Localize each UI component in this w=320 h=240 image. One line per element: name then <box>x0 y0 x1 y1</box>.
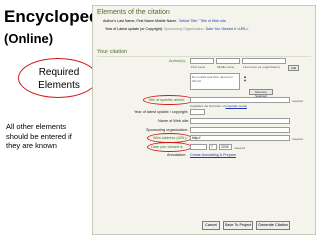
citation-form-window: Elements of the citation Author's Last N… <box>92 5 316 235</box>
year-input[interactable] <box>190 109 205 115</box>
section-divider <box>97 56 311 57</box>
url-input[interactable]: http:// <box>190 135 290 141</box>
optional-elements-note: All other elements should be entered if … <box>6 122 72 150</box>
important-words-link[interactable]: important words <box>226 104 247 108</box>
sponsor-input[interactable] <box>190 127 290 133</box>
date-viewed-label: Date you viewed it: <box>151 145 184 149</box>
format-article: "Article Title." <box>178 19 200 23</box>
article-title-input[interactable] <box>190 97 290 103</box>
website-name-input[interactable] <box>190 118 290 124</box>
elements-header: Elements of the citation <box>97 9 170 16</box>
cancel-button[interactable]: Cancel <box>202 221 220 230</box>
format-line-2: Year of Latest update (or Copyright). Sp… <box>105 27 249 31</box>
annotation-label: Annotation: <box>167 153 187 157</box>
col-first-label: First name <box>191 65 206 69</box>
save-to-project-button[interactable]: Save To Project <box>223 221 253 230</box>
author-first-name-input[interactable] <box>190 58 214 64</box>
format-year: Year of Latest update (or Copyright). <box>105 27 163 31</box>
year-label: Year of latest update / copyright: <box>134 110 189 114</box>
website-name-label: Name of Web site: <box>158 119 190 123</box>
format-date-url: Date You Viewed It <URL>. <box>205 27 250 31</box>
add-author-button[interactable]: Add <box>288 65 299 71</box>
format-author: Author's Last Name, First Name Middle Na… <box>103 19 178 23</box>
url-required-tag: required <box>292 137 304 141</box>
date-required-tag: required <box>234 146 246 150</box>
authors-list-box[interactable]: Do contact (put their names) in this lis… <box>190 73 240 90</box>
required-line-2: Elements <box>38 80 80 91</box>
url-label: Web address (URL): <box>153 136 188 140</box>
annotation-link[interactable]: Create Annotating & Prepare <box>190 153 236 157</box>
format-sponsor: Sponsoring Organization. <box>164 27 205 31</box>
required-line-1: Required <box>38 67 80 78</box>
format-line-1: Author's Last Name, First Name Middle Na… <box>103 19 227 23</box>
author-middle-name-input[interactable] <box>216 58 240 64</box>
authors-label: Author(s): <box>169 59 186 63</box>
generate-citation-button[interactable]: Generate Citation <box>256 221 290 230</box>
author-last-name-input[interactable] <box>242 58 286 64</box>
format-website: Title of Web site. <box>200 19 227 23</box>
author-order-controls: ▲ ▼ <box>243 75 247 83</box>
date-day-select[interactable]: 7 <box>209 144 217 150</box>
your-citation-title: Your citation <box>97 49 128 55</box>
move-down-icon[interactable]: ▼ <box>243 79 247 83</box>
slide-subtitle: (Online) <box>4 31 54 46</box>
date-year-select[interactable]: 2005 <box>219 144 232 150</box>
col-last-label: Last name (or organization) <box>243 65 280 69</box>
article-title-label: Title of specific article: <box>148 98 186 102</box>
date-month-select[interactable] <box>190 144 207 150</box>
capitalize-hint: Capitalize the first letter of important… <box>190 104 247 108</box>
sponsor-label: Sponsoring organization: <box>146 128 189 132</box>
remove-selected-button[interactable]: Remove Selected <box>249 89 273 98</box>
required-elements-label: Required Elements <box>33 66 85 92</box>
article-required-tag: required <box>292 99 304 103</box>
capitalize-hint-text: Capitalize the first letter of <box>190 104 225 108</box>
col-middle-label: Middle name <box>217 65 235 69</box>
